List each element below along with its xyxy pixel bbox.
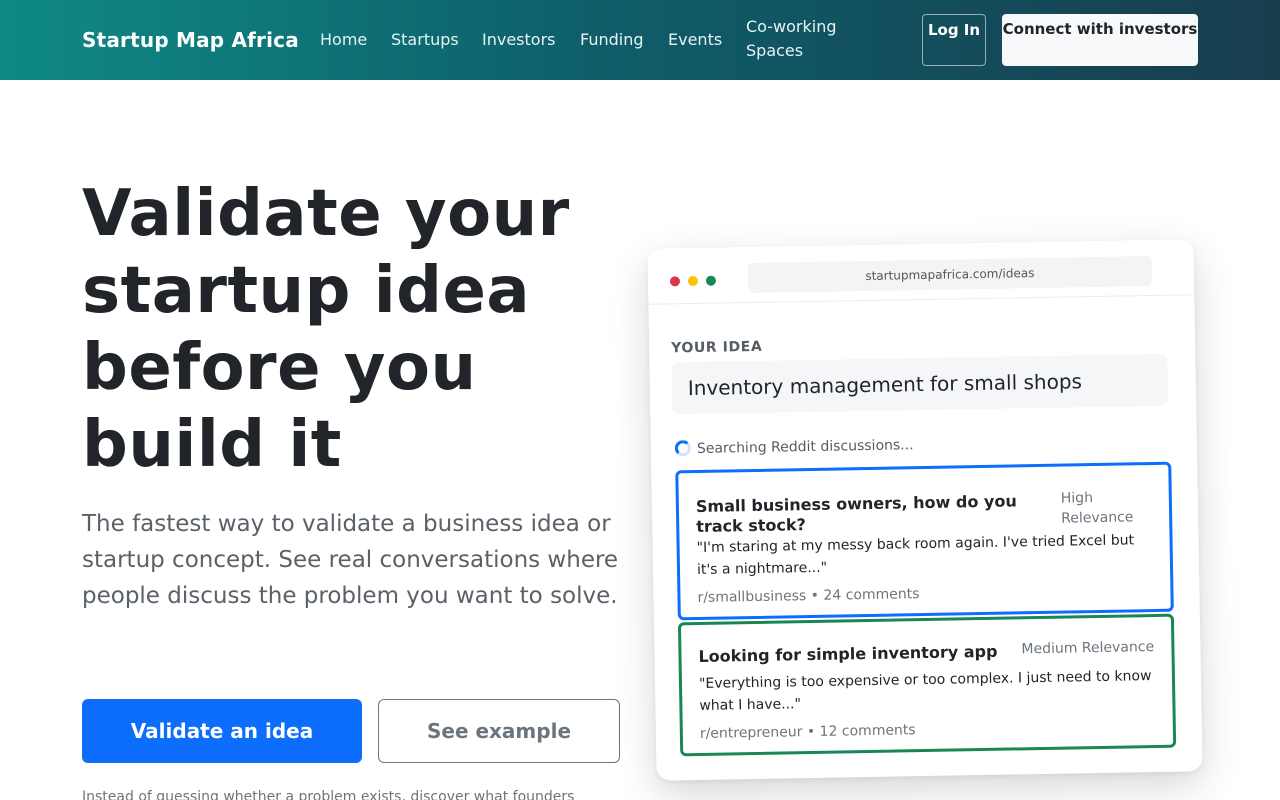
connect-with-investors-button[interactable]: Connect with investors: [1002, 14, 1198, 66]
address-bar: startupmapafrica.com/ideas: [747, 256, 1153, 294]
top-navbar: Startup Map Africa Home Startups Investo…: [0, 0, 1280, 80]
window-close-dot-icon: [669, 276, 681, 287]
hero-footnote: Instead of guessing whether a problem ex…: [82, 789, 575, 800]
nav-link-home[interactable]: Home: [320, 28, 367, 52]
hero-title: Validate your startup idea before you bu…: [82, 177, 570, 482]
login-button[interactable]: Log In: [922, 14, 986, 66]
hero-subtitle: The fastest way to validate a business i…: [82, 511, 619, 609]
brand-logo-link[interactable]: Startup Map Africa: [82, 28, 299, 52]
nav-link-investors[interactable]: Investors: [482, 28, 555, 52]
window-maximize-dot-icon: [705, 275, 717, 286]
window-minimize-dot-icon: [687, 275, 699, 287]
result-card: Looking for simple inventory app Medium …: [677, 613, 1177, 757]
relevance-badge: High Relevance: [1060, 490, 1134, 527]
relevance-badge: Medium Relevance: [1021, 639, 1155, 658]
search-status: Searching Reddit discussions...: [696, 437, 914, 457]
see-example-button[interactable]: See example: [378, 699, 620, 763]
idea-input: Inventory management for small shops: [671, 353, 1169, 415]
validate-idea-button[interactable]: Validate an idea: [82, 699, 362, 763]
result-title: Looking for simple inventory app: [698, 641, 998, 666]
result-quote: "Everything is too expensive or too comp…: [698, 668, 1152, 714]
loading-spinner-icon: [674, 440, 692, 457]
browser-toolbar: startupmapafrica.com/ideas: [647, 239, 1195, 305]
result-title: Small business owners, how do you track …: [695, 491, 1017, 536]
nav-link-coworking-spaces[interactable]: Co-working Spaces: [746, 15, 856, 63]
result-meta: r/entrepreneur • 12 comments: [699, 722, 916, 742]
result-card: Small business owners, how do you track …: [675, 461, 1174, 621]
nav-link-funding[interactable]: Funding: [580, 28, 644, 52]
nav-link-startups[interactable]: Startups: [391, 28, 459, 52]
idea-label: YOUR IDEA: [671, 338, 763, 357]
browser-mockup: startupmapafrica.com/ideas YOUR IDEA Inv…: [647, 239, 1203, 781]
result-quote: "I'm staring at my messy back room again…: [696, 532, 1135, 578]
result-meta: r/smallbusiness • 24 comments: [697, 586, 920, 606]
nav-link-events[interactable]: Events: [668, 28, 722, 52]
